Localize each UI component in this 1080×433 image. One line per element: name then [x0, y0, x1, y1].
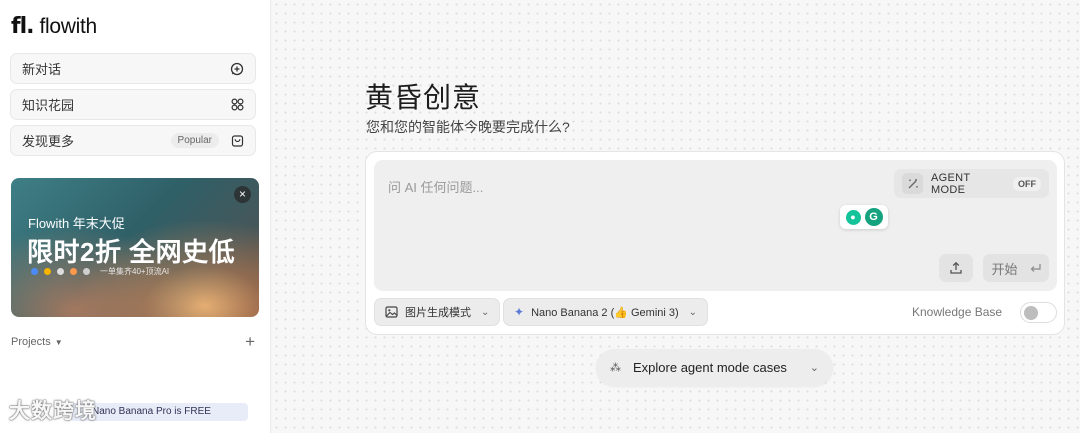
image-mode-select[interactable]: 图片生成模式 ⌄ — [374, 298, 501, 326]
logo-mark: fl. — [11, 14, 35, 39]
grammarly-icon[interactable]: G — [864, 208, 883, 226]
projects-label: Projects — [11, 336, 51, 348]
toggle-knob — [1024, 306, 1038, 320]
sidebar-item-label: 知识花园 — [22, 98, 75, 113]
popular-badge: Popular — [170, 133, 219, 148]
logo[interactable]: fl. flowith — [11, 14, 97, 39]
projects-header: Projects ▼ + — [11, 333, 255, 350]
promo-title: 限时2折 全网史低 — [27, 237, 236, 267]
knowledge-base-toggle[interactable] — [1020, 302, 1057, 323]
model-logo-icon — [83, 268, 90, 275]
model-logo-icon — [57, 268, 64, 275]
agent-mode-label: AGENT MODE — [931, 171, 971, 196]
knowledge-base-label: Knowledge Base — [912, 305, 1003, 319]
model-label: Nano Banana 2 (👍 Gemini 3) — [531, 306, 679, 319]
grammarly-widget[interactable]: ● G — [840, 205, 888, 229]
close-icon[interactable]: × — [234, 186, 251, 203]
start-button[interactable]: 开始 — [983, 254, 1049, 282]
image-mode-label: 图片生成模式 — [405, 307, 471, 319]
upload-button[interactable] — [939, 254, 973, 282]
chevron-down-icon: ⌄ — [688, 306, 698, 318]
model-select[interactable]: ✦ Nano Banana 2 (👍 Gemini 3) ⌄ — [503, 298, 709, 326]
promo-model-logos: 一单集齐40+顶流AI — [31, 266, 169, 277]
main-area: 黄昏创意 您和您的智能体今晚要完成什么? 问 AI 任何问题... AGENT … — [272, 0, 1080, 433]
agent-wand-icon — [902, 173, 923, 194]
promo-subtitle: Flowith 年末大促 — [28, 216, 125, 231]
sidebar-item-knowledge-garden[interactable]: 知识花园 — [10, 89, 256, 120]
grid-icon — [229, 97, 245, 113]
caret-down-icon: ▼ — [54, 338, 63, 347]
explore-agent-cases-button[interactable]: ⁂ Explore agent mode cases ⌄ — [596, 349, 833, 386]
logo-text: flowith — [39, 14, 97, 38]
prompt-input[interactable]: 问 AI 任何问题... AGENT MODE OFF ● G 开始 — [374, 160, 1057, 291]
enter-icon — [1030, 264, 1041, 272]
chevron-down-icon: ⌄ — [481, 306, 490, 318]
bag-icon — [229, 133, 245, 149]
sidebar-item-new-chat[interactable]: 新对话 — [10, 53, 256, 84]
model-logo-icon — [70, 268, 77, 275]
page-title: 黄昏创意 — [365, 82, 482, 113]
image-icon — [385, 306, 398, 318]
upload-icon — [950, 261, 962, 274]
agent-mode-state: OFF — [1013, 176, 1041, 191]
agent-mode-toggle[interactable]: AGENT MODE OFF — [894, 169, 1049, 198]
add-project-icon[interactable]: + — [245, 333, 255, 350]
promo-caption: 一单集齐40+顶流AI — [100, 267, 170, 276]
chat-composer: 问 AI 任何问题... AGENT MODE OFF ● G 开始 图片生成模… — [365, 151, 1065, 335]
model-logo-icon — [44, 268, 51, 275]
lightbulb-icon[interactable]: ● — [845, 209, 861, 225]
sparkle-icon: ⁂ — [610, 362, 621, 374]
new-chat-icon — [229, 61, 245, 77]
sparkle-icon: ✦ — [514, 305, 525, 319]
watermark: 大数跨境 — [9, 400, 97, 423]
sidebar: fl. flowith 新对话 知识花园 发现更多 Popular × Flow… — [0, 0, 271, 433]
model-logo-icon — [31, 268, 38, 275]
promo-banner[interactable]: × Flowith 年末大促 限时2折 全网史低 一单集齐40+顶流AI — [11, 178, 259, 317]
prompt-placeholder: 问 AI 任何问题... — [388, 180, 484, 195]
start-label: 开始 — [991, 261, 1018, 277]
chevron-down-icon: ⌄ — [809, 362, 819, 374]
projects-dropdown[interactable]: Projects ▼ — [11, 336, 245, 348]
sidebar-item-label: 发现更多 — [22, 134, 75, 149]
page-subtitle: 您和您的智能体今晚要完成什么? — [366, 119, 570, 135]
sidebar-item-discover[interactable]: 发现更多 Popular — [10, 125, 256, 156]
sidebar-item-label: 新对话 — [22, 62, 62, 77]
explore-label: Explore agent mode cases — [633, 360, 787, 375]
